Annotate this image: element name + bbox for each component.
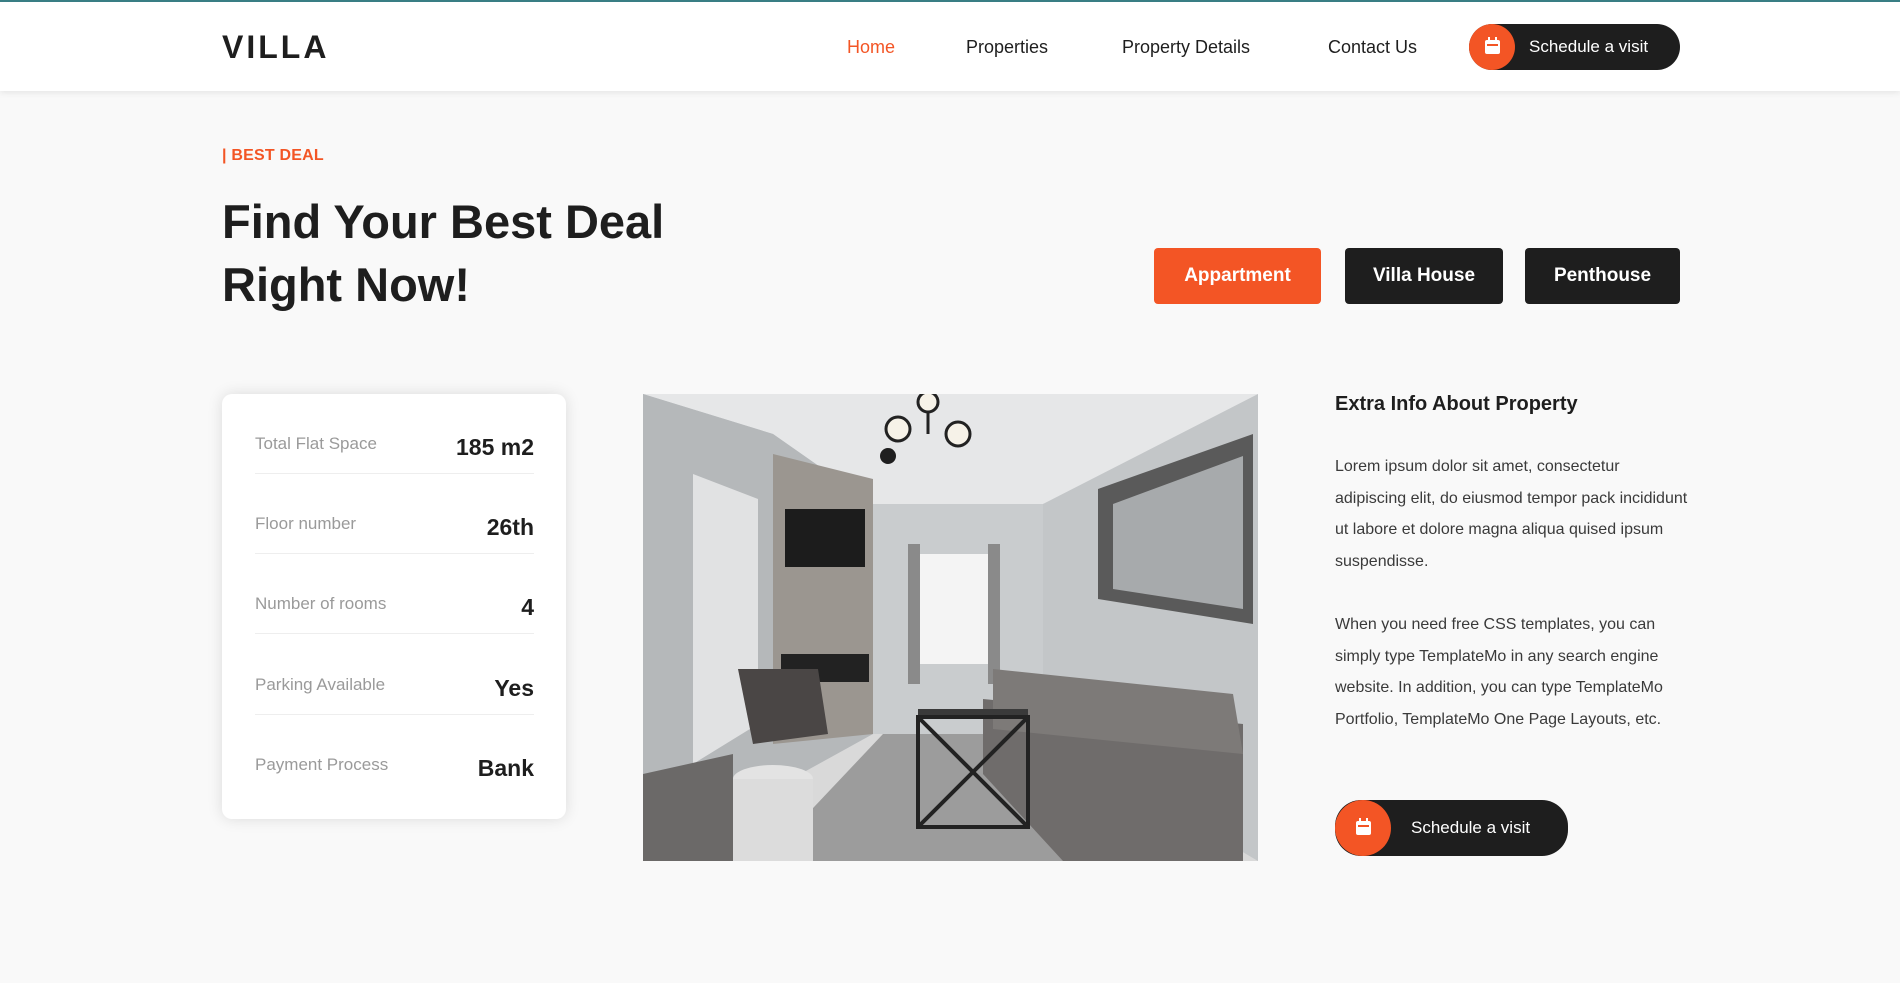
schedule-visit-label: Schedule a visit [1411, 818, 1531, 837]
site-logo[interactable]: VILLA [222, 29, 329, 66]
title-line-1: Find Your Best Deal [222, 195, 665, 248]
header-schedule-visit-label: Schedule a visit [1529, 37, 1649, 56]
detail-value: 26th [486, 514, 534, 540]
extra-info-title: Extra Info About Property [1335, 393, 1578, 415]
tab-appartment[interactable]: Appartment [1154, 248, 1321, 304]
schedule-visit-button[interactable]: Schedule a visit [1335, 800, 1568, 856]
extra-info-paragraph-2: When you need free CSS templates, you ca… [1335, 616, 1663, 728]
detail-label: Payment Process [255, 755, 389, 774]
detail-label: Parking Available [255, 675, 386, 694]
detail-label: Total Flat Space [255, 434, 377, 453]
detail-value: Yes [494, 675, 534, 701]
calendar-icon [1469, 24, 1515, 70]
property-details-card: Total Flat Space 185 m2 Floor number 26t… [222, 394, 566, 819]
detail-value: 4 [521, 594, 534, 620]
nav-home[interactable]: Home [847, 37, 895, 58]
detail-value: Bank [477, 755, 534, 781]
detail-row-floor-number: Floor number 26th [255, 474, 534, 554]
header-schedule-visit-button[interactable]: Schedule a visit [1469, 24, 1680, 70]
nav-properties[interactable]: Properties [966, 37, 1048, 58]
tab-villa-house[interactable]: Villa House [1345, 248, 1503, 304]
detail-row-total-flat-space: Total Flat Space 185 m2 [255, 394, 534, 474]
section-eyebrow: | BEST DEAL [222, 147, 324, 164]
nav-property-details[interactable]: Property Details [1122, 37, 1250, 58]
calendar-icon [1335, 800, 1391, 856]
detail-value: 185 m2 [455, 434, 534, 460]
extra-info-paragraph-1: Lorem ipsum dolor sit amet, consectetur … [1335, 458, 1688, 570]
nav-contact-us[interactable]: Contact Us [1328, 37, 1417, 58]
tab-penthouse[interactable]: Penthouse [1525, 248, 1680, 304]
detail-label: Number of rooms [255, 594, 387, 613]
site-header: VILLA Home Properties Property Details C… [0, 2, 1900, 91]
title-line-2: Right Now! [222, 258, 470, 311]
detail-row-parking-available: Parking Available Yes [255, 635, 534, 715]
detail-row-payment-process: Payment Process Bank [255, 715, 534, 795]
page-title: Find Your Best Deal Right Now! [222, 190, 782, 316]
detail-label: Floor number [255, 514, 357, 533]
detail-row-number-of-rooms: Number of rooms 4 [255, 554, 534, 634]
property-photo [643, 394, 1258, 861]
